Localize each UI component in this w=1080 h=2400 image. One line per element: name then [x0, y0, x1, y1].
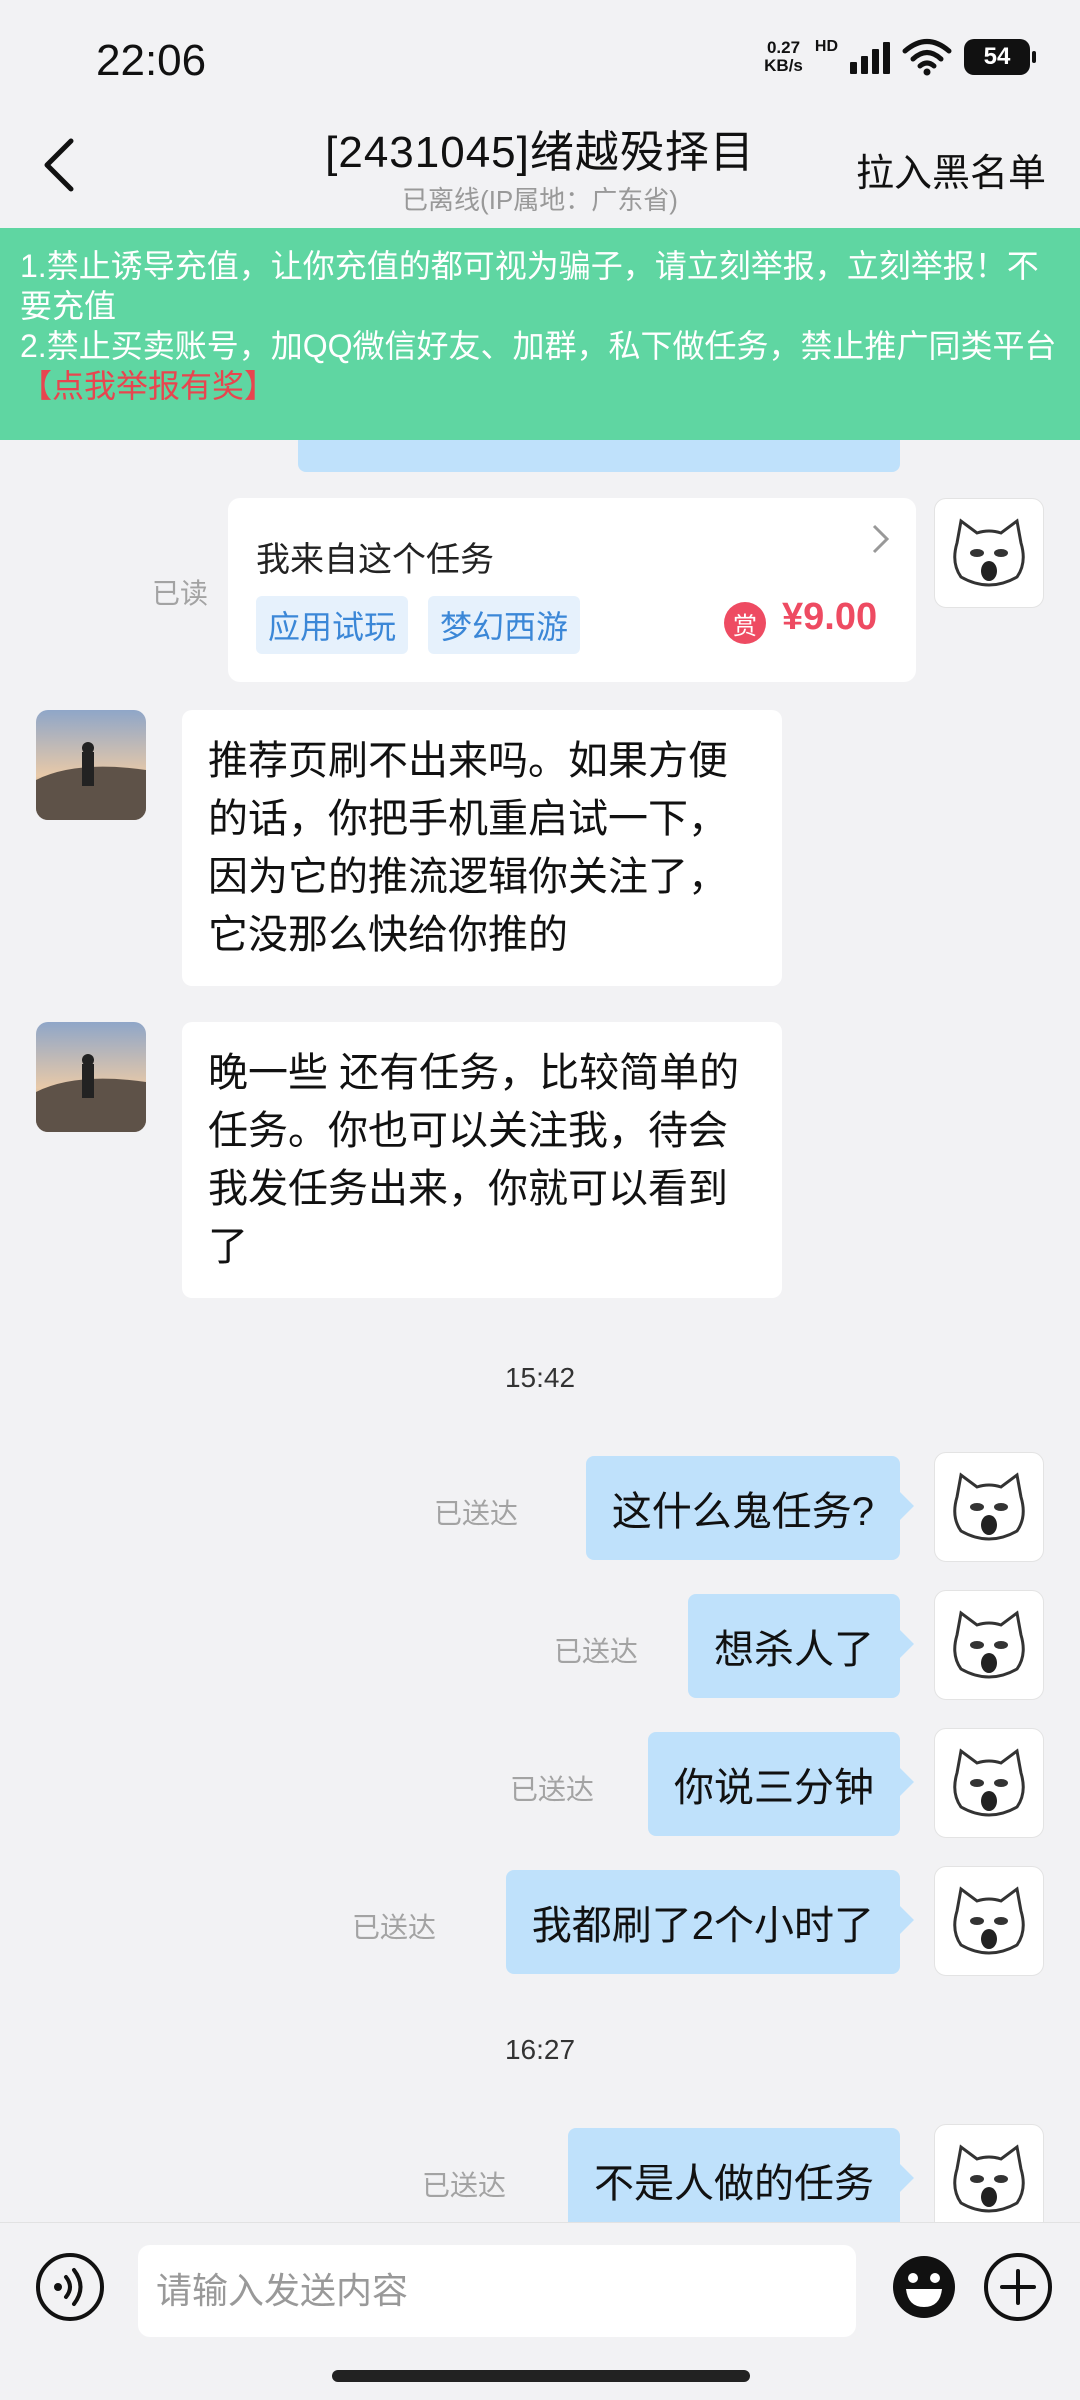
- battery-icon: 54: [964, 39, 1036, 75]
- message-bubble: 晚一些 还有任务，比较简单的任务。你也可以关注我，待会我发任务出来，你就可以看到…: [182, 1022, 782, 1298]
- chat-messages[interactable]: 已读 我来自这个任务 应用试玩 梦幻西游 赏 ¥9.00 推荐页刷不出来吗。如果…: [0, 440, 1080, 2222]
- reward-badge: 赏: [724, 602, 766, 644]
- report-link[interactable]: 【点我举报有奖】: [20, 368, 276, 404]
- blacklist-button[interactable]: 拉入黑名单: [856, 142, 1046, 197]
- read-status: 已读: [152, 578, 209, 609]
- reward-price: ¥9.00: [782, 596, 878, 638]
- landscape-avatar-icon: [36, 1022, 146, 1132]
- avatar[interactable]: [934, 1728, 1044, 1838]
- plus-button[interactable]: [984, 2253, 1052, 2321]
- network-speed: 0.27 KB/s: [764, 38, 803, 75]
- signal-icon: [850, 40, 890, 74]
- message-input[interactable]: [138, 2245, 856, 2337]
- emoji-button[interactable]: [890, 2253, 958, 2321]
- time-separator: 16:27: [504, 2034, 576, 2065]
- status-bar: 22:06 0.27 KB/s HD 54: [0, 0, 1080, 120]
- voice-icon: [54, 2268, 83, 2306]
- cat-face-icon: [953, 1472, 1025, 1541]
- emoji-icon: [893, 2256, 955, 2318]
- delivered-status: 已送达: [554, 1636, 639, 1667]
- hd-indicator: HD: [814, 38, 838, 55]
- landscape-avatar-icon: [36, 710, 146, 820]
- message-bubble: 推荐页刷不出来吗。如果方便的话，你把手机重启试一下，因为它的推流逻辑你关注了，它…: [182, 710, 782, 986]
- cat-face-icon: [953, 1610, 1025, 1679]
- warning-notice: 1.禁止诱导充值，让你充值的都可视为骗子，请立刻举报，立刻举报！不要充值 2.禁…: [0, 228, 1080, 440]
- cat-face-icon: [953, 1886, 1025, 1955]
- avatar[interactable]: [934, 498, 1044, 608]
- message-bubble: 想杀人了: [688, 1594, 914, 1698]
- input-bar: [0, 2222, 1080, 2358]
- delivered-status: 已送达: [422, 2170, 507, 2201]
- message-bubble: 这什么鬼任务?: [585, 1456, 915, 1560]
- message-bubble: 不是人做的任务: [568, 2128, 914, 2222]
- avatar[interactable]: [934, 1866, 1044, 1976]
- message-bubble: 你说三分钟: [648, 1732, 914, 1836]
- task-card[interactable]: 我来自这个任务 应用试玩 梦幻西游 赏 ¥9.00: [228, 498, 916, 682]
- delivered-status: 已送达: [352, 1912, 437, 1943]
- chevron-right-icon: [872, 524, 890, 554]
- avatar[interactable]: [36, 1022, 146, 1132]
- cat-face-icon: [953, 518, 1025, 587]
- avatar[interactable]: [934, 1590, 1044, 1700]
- plus-icon: [1000, 2269, 1036, 2305]
- wifi-icon: [902, 39, 952, 76]
- voice-button[interactable]: [36, 2253, 104, 2321]
- notice-line-2: 2.禁止买卖账号，加QQ微信好友、加群，私下做任务，禁止推广同类平台【点我举报有…: [20, 328, 1057, 404]
- notice-line-1: 1.禁止诱导充值，让你充值的都可视为骗子，请立刻举报，立刻举报！不要充值: [20, 248, 1039, 324]
- avatar[interactable]: [36, 710, 146, 820]
- home-indicator[interactable]: [332, 2370, 750, 2382]
- avatar[interactable]: [934, 1452, 1044, 1562]
- delivered-status: 已送达: [510, 1774, 595, 1805]
- message-bubble: 我都刷了2个小时了: [505, 1870, 915, 1974]
- avatar[interactable]: [934, 2124, 1044, 2222]
- cat-face-icon: [953, 2144, 1025, 2213]
- status-time: 22:06: [96, 36, 207, 85]
- cat-face-icon: [953, 1748, 1025, 1817]
- delivered-status: 已送达: [434, 1498, 519, 1529]
- task-tag: 应用试玩: [256, 596, 409, 654]
- time-separator: 15:42: [504, 1362, 576, 1393]
- task-card-title: 我来自这个任务: [256, 541, 494, 579]
- chat-header: [2431045]绪越殁择目 已离线(IP属地：广东省) 拉入黑名单: [0, 110, 1080, 228]
- message-bubble-partial: [298, 440, 900, 472]
- task-tag: 梦幻西游: [428, 596, 581, 654]
- status-icons: 0.27 KB/s HD 54: [764, 38, 1036, 76]
